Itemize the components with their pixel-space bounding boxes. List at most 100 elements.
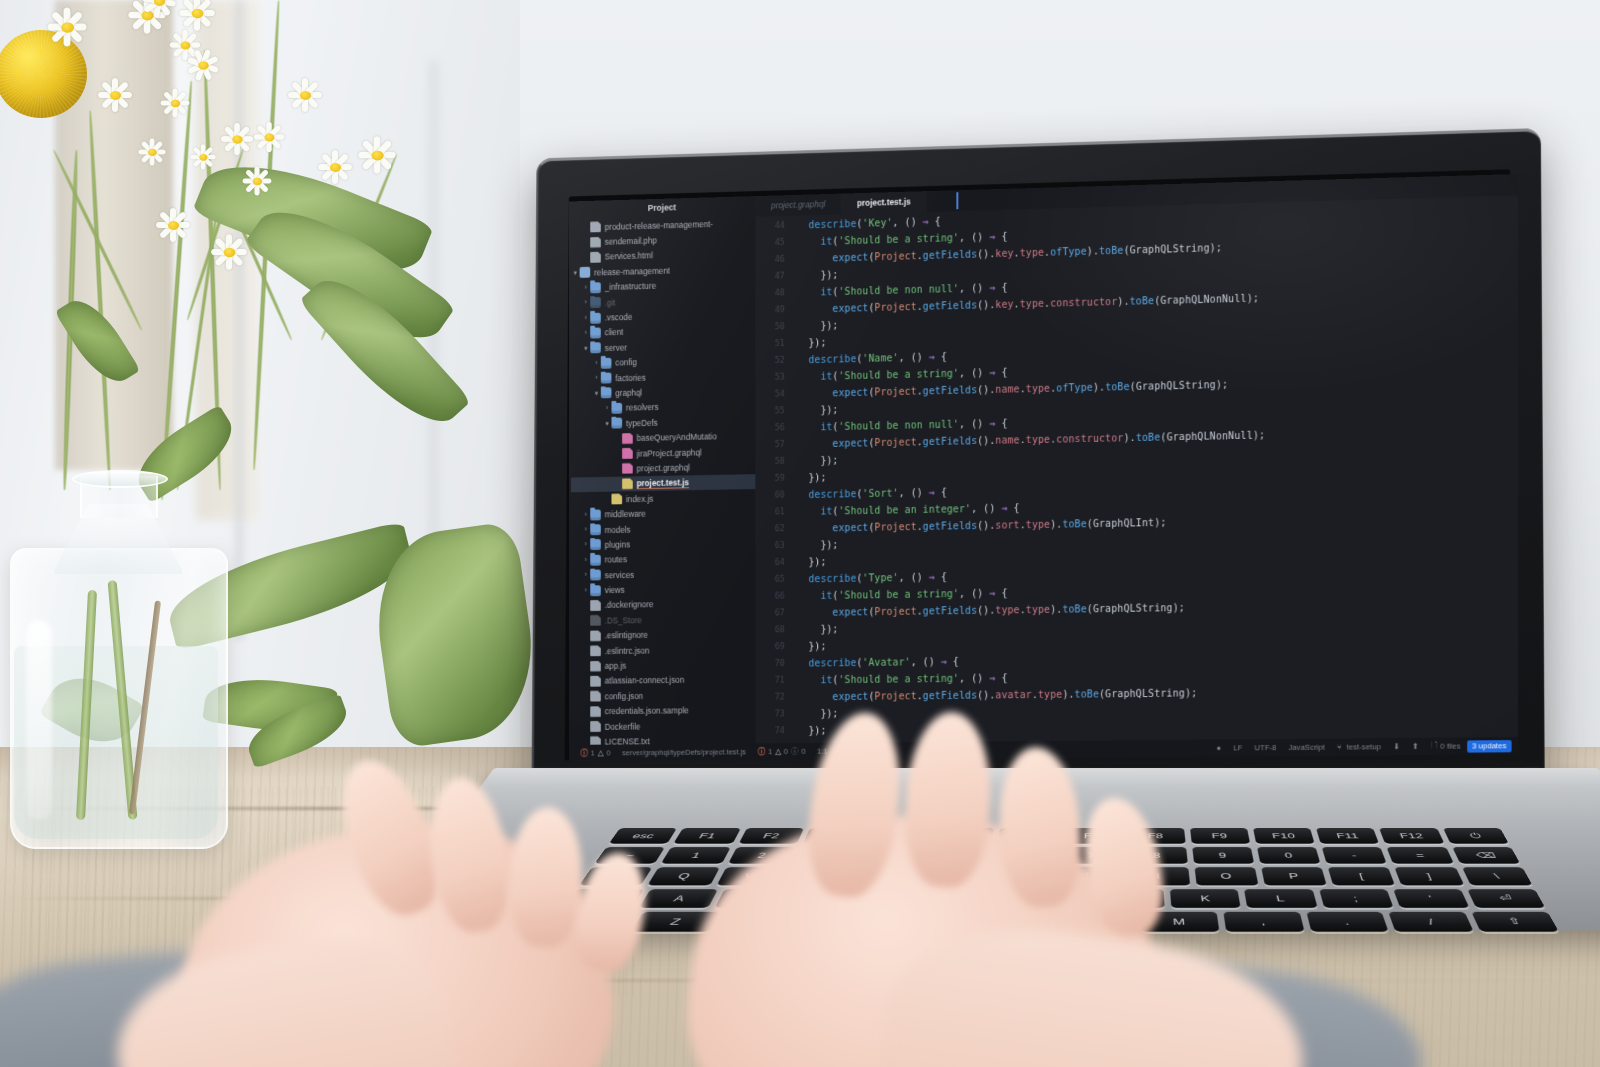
keyboard-key[interactable]: 6 xyxy=(994,847,1056,864)
chevron-right-icon[interactable]: › xyxy=(592,360,601,367)
keyboard-key[interactable]: \ xyxy=(1462,867,1533,885)
status-language[interactable]: JavaScript xyxy=(1282,743,1330,752)
keyboard-key[interactable]: V xyxy=(886,912,968,932)
keyboard-key[interactable]: Z xyxy=(631,912,719,932)
keyboard-key[interactable]: N xyxy=(1056,912,1134,932)
keyboard-key[interactable]: F3 xyxy=(803,828,867,844)
keyboard-key[interactable]: L xyxy=(1244,889,1317,908)
status-git-branch[interactable]: test-setup xyxy=(1331,742,1387,752)
chevron-right-icon[interactable]: › xyxy=(582,299,591,306)
upload-icon[interactable]: ⬆ xyxy=(1406,742,1425,751)
chevron-down-icon[interactable]: ▾ xyxy=(571,269,580,277)
keyboard-key[interactable]: R xyxy=(853,867,920,885)
keyboard-key[interactable]: F xyxy=(867,889,941,908)
keyboard-key[interactable]: H xyxy=(1020,889,1090,908)
keyboard-key[interactable]: K xyxy=(1170,889,1241,908)
keyboard-key[interactable]: / xyxy=(1389,912,1474,932)
keyboard-key[interactable]: ⇧ xyxy=(546,912,636,932)
keyboard-key[interactable]: - xyxy=(1322,847,1387,864)
chevron-right-icon[interactable]: › xyxy=(582,557,591,564)
keyboard-key[interactable]: ⇥ xyxy=(579,867,652,885)
chevron-right-icon[interactable]: › xyxy=(582,511,591,518)
status-updates[interactable]: 3 updates xyxy=(1467,740,1512,753)
keyboard-key[interactable]: U xyxy=(1059,867,1121,885)
keyboard-key[interactable]: ⏎ xyxy=(1467,889,1545,908)
chevron-right-icon[interactable]: › xyxy=(582,587,591,594)
chevron-down-icon[interactable]: ▾ xyxy=(582,344,591,352)
status-encoding[interactable]: UTF-8 xyxy=(1248,743,1282,752)
chevron-right-icon[interactable]: › xyxy=(592,375,601,382)
keyboard-key[interactable]: E xyxy=(785,867,853,885)
keyboard-key[interactable]: F12 xyxy=(1379,828,1444,844)
keyboard-key[interactable]: F8 xyxy=(1126,828,1185,844)
tree-node[interactable]: credentials.json.sample xyxy=(571,702,755,719)
keyboard-key[interactable]: T xyxy=(922,867,987,885)
keyboard-key[interactable]: ⇪ xyxy=(563,889,644,908)
laptop-trackpad[interactable] xyxy=(884,1008,1201,1047)
status-sync-icon[interactable]: ● xyxy=(1210,743,1227,752)
keyboard-key[interactable]: J xyxy=(1096,889,1165,908)
chevron-right-icon[interactable]: › xyxy=(582,315,591,322)
keyboard-key[interactable]: , xyxy=(1223,912,1304,932)
chevron-right-icon[interactable]: › xyxy=(582,330,591,337)
keyboard-key[interactable]: F1 xyxy=(673,828,740,844)
keyboard-key[interactable]: G xyxy=(943,889,1015,908)
keyboard-key[interactable]: F4 xyxy=(868,828,931,844)
keyboard-key[interactable]: 8 xyxy=(1127,847,1188,864)
keyboard-key[interactable]: F9 xyxy=(1190,828,1250,844)
status-caret-position[interactable]: 1:1 xyxy=(811,747,833,756)
keyboard-key[interactable]: X xyxy=(716,912,802,932)
keyboard-key[interactable]: I xyxy=(1127,867,1189,885)
status-file-path[interactable]: server/graphql/typeDefs/project.test.js xyxy=(616,747,752,757)
keyboard-key[interactable]: D xyxy=(791,889,866,908)
keyboard-key[interactable]: F10 xyxy=(1253,828,1315,844)
editor-tab[interactable]: project.test.js xyxy=(841,191,926,214)
keyboard-key[interactable]: = xyxy=(1387,847,1454,864)
keyboard-key[interactable]: ⏻ xyxy=(1443,828,1509,844)
keyboard-key[interactable]: M xyxy=(1140,912,1219,932)
chevron-right-icon[interactable]: › xyxy=(582,542,591,549)
keyboard-key[interactable]: esc xyxy=(609,828,678,844)
chevron-right-icon[interactable]: › xyxy=(582,284,591,291)
project-file-tree[interactable]: product-release-management-sendemail.php… xyxy=(569,215,755,745)
keyboard-key[interactable]: F11 xyxy=(1316,828,1379,844)
keyboard-key[interactable]: C xyxy=(801,912,885,932)
keyboard-key[interactable]: 9 xyxy=(1192,847,1254,864)
keyboard-key[interactable]: F2 xyxy=(738,828,804,844)
keyboard-key[interactable]: P xyxy=(1261,867,1327,885)
keyboard-key[interactable]: ⇧ xyxy=(1471,912,1558,932)
editor-tab[interactable]: project.graphql xyxy=(755,194,841,217)
keyboard-key[interactable]: ; xyxy=(1319,889,1394,908)
chevron-down-icon[interactable]: ▾ xyxy=(592,389,601,397)
keyboard-key[interactable]: Y xyxy=(991,867,1054,885)
status-inspection-counts[interactable]: ⓘ 1 △ 0 xyxy=(575,747,616,758)
keyboard-key[interactable]: ] xyxy=(1395,867,1464,885)
status-files-changed[interactable]: 🗋 0 files xyxy=(1425,739,1467,753)
tree-node[interactable]: Dockerfile xyxy=(571,718,755,735)
keyboard-key[interactable]: 4 xyxy=(861,847,926,864)
status-editor-inspections[interactable]: ⓘ 1 △ 0 ⓘ 0 xyxy=(752,746,811,757)
chevron-right-icon[interactable]: › xyxy=(582,526,591,533)
keyboard-key[interactable]: F7 xyxy=(1062,828,1121,844)
chevron-down-icon[interactable]: ▾ xyxy=(603,420,612,428)
keyboard-key[interactable]: F5 xyxy=(932,828,993,844)
keyboard-key[interactable]: B xyxy=(971,912,1051,932)
status-line-separator[interactable]: LF xyxy=(1227,743,1248,752)
keyboard-key[interactable]: Q xyxy=(648,867,720,885)
keyboard-key[interactable]: W xyxy=(716,867,786,885)
keyboard-key[interactable]: ' xyxy=(1393,889,1469,908)
keyboard-key[interactable]: 7 xyxy=(1061,847,1121,864)
keyboard-key[interactable]: A xyxy=(639,889,718,908)
keyboard-key[interactable]: 5 xyxy=(927,847,990,864)
download-icon[interactable]: ⬇ xyxy=(1387,742,1406,751)
keyboard-key[interactable]: O xyxy=(1194,867,1258,885)
chevron-right-icon[interactable]: › xyxy=(603,405,612,412)
keyboard-key[interactable]: 3 xyxy=(794,847,860,864)
laptop-keyboard[interactable]: esc F1 F2 F3 F4 F5 F6 F7 F8 F9 F10 F11 F12 ⏻ ~1 2 3 4 5 6 7 8… xyxy=(546,828,1559,932)
keyboard-key[interactable]: 0 xyxy=(1257,847,1321,864)
keyboard-key[interactable]: F6 xyxy=(997,828,1057,844)
keyboard-key[interactable]: [ xyxy=(1328,867,1395,885)
keyboard-key[interactable]: 1 xyxy=(661,847,730,864)
keyboard-key[interactable]: . xyxy=(1306,912,1389,932)
code-editor[interactable]: describe('Key', () ⇒ { it('Should be a s… xyxy=(791,195,1518,743)
